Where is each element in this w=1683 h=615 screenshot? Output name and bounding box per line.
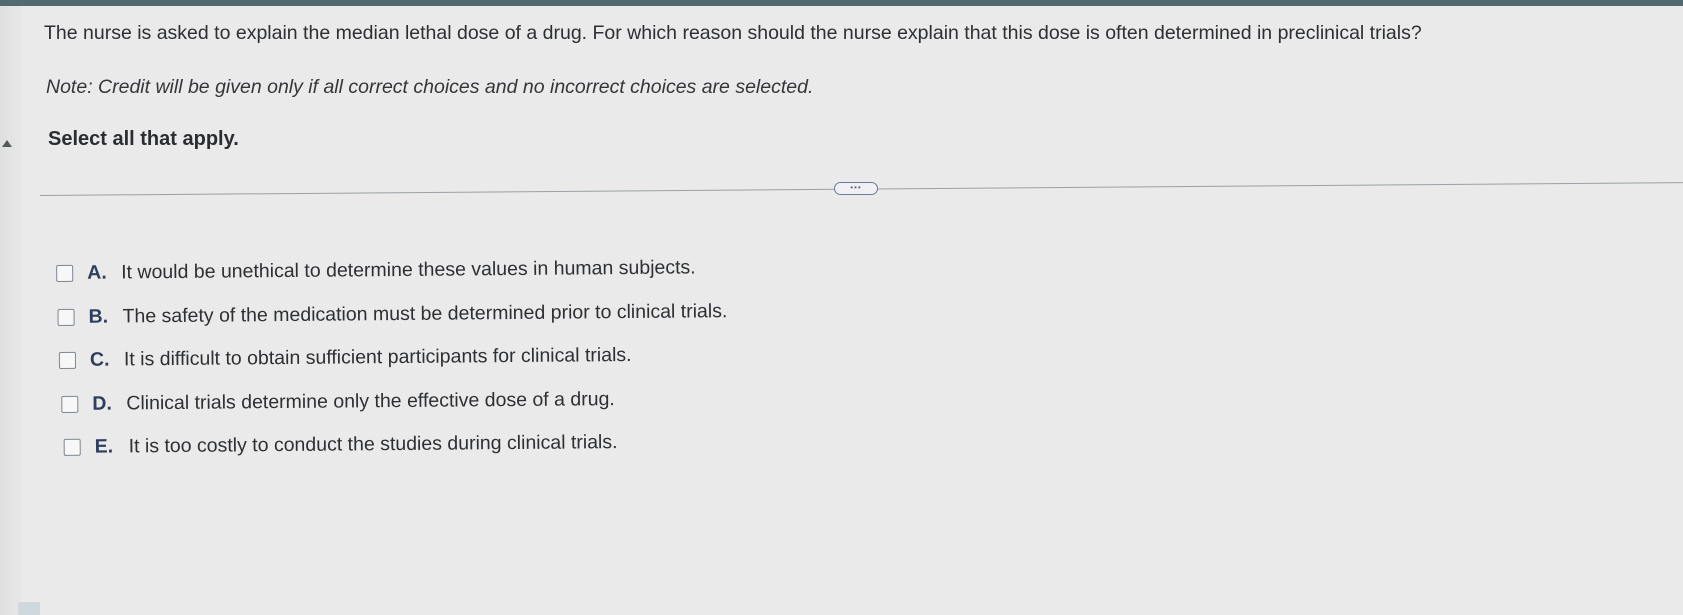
option-d[interactable]: D. Clinical trials determine only the ef…: [57, 377, 728, 426]
option-e-checkbox[interactable]: [63, 439, 81, 457]
option-d-letter: D.: [92, 392, 112, 415]
option-c-text[interactable]: It is difficult to obtain sufficient par…: [124, 344, 632, 371]
option-d-checkbox[interactable]: [61, 395, 79, 413]
option-b-checkbox[interactable]: [57, 308, 75, 326]
option-e-letter: E.: [94, 435, 114, 458]
option-a-letter: A.: [87, 261, 107, 284]
left-rail: [0, 6, 22, 615]
select-all-instruction: Select all that apply.: [48, 128, 239, 150]
option-a-text[interactable]: It would be unethical to determine these…: [121, 257, 696, 285]
option-c[interactable]: C. It is difficult to obtain sufficient …: [57, 333, 728, 382]
collapse-arrow-icon[interactable]: [2, 140, 12, 147]
scroll-handle[interactable]: [18, 602, 40, 615]
option-b-text[interactable]: The safety of the medication must be det…: [122, 300, 727, 328]
option-a-checkbox[interactable]: [56, 265, 74, 283]
grading-note: Note: Credit will be given only if all c…: [46, 76, 814, 98]
top-bar: [0, 0, 1683, 6]
option-c-checkbox[interactable]: [58, 352, 77, 370]
answer-options: A. It would be unethical to determine th…: [56, 246, 729, 469]
question-text: The nurse is asked to explain the median…: [44, 22, 1422, 44]
option-b[interactable]: B. The safety of the medication must be …: [56, 290, 727, 339]
option-a[interactable]: A. It would be unethical to determine th…: [56, 246, 727, 295]
option-e[interactable]: E. It is too costly to conduct the studi…: [58, 420, 729, 469]
option-c-letter: C.: [89, 348, 110, 371]
expand-more-button[interactable]: •••: [834, 182, 878, 195]
option-e-text[interactable]: It is too costly to conduct the studies …: [129, 431, 618, 458]
option-b-letter: B.: [88, 305, 109, 328]
option-d-text[interactable]: Clinical trials determine only the effec…: [126, 388, 615, 415]
